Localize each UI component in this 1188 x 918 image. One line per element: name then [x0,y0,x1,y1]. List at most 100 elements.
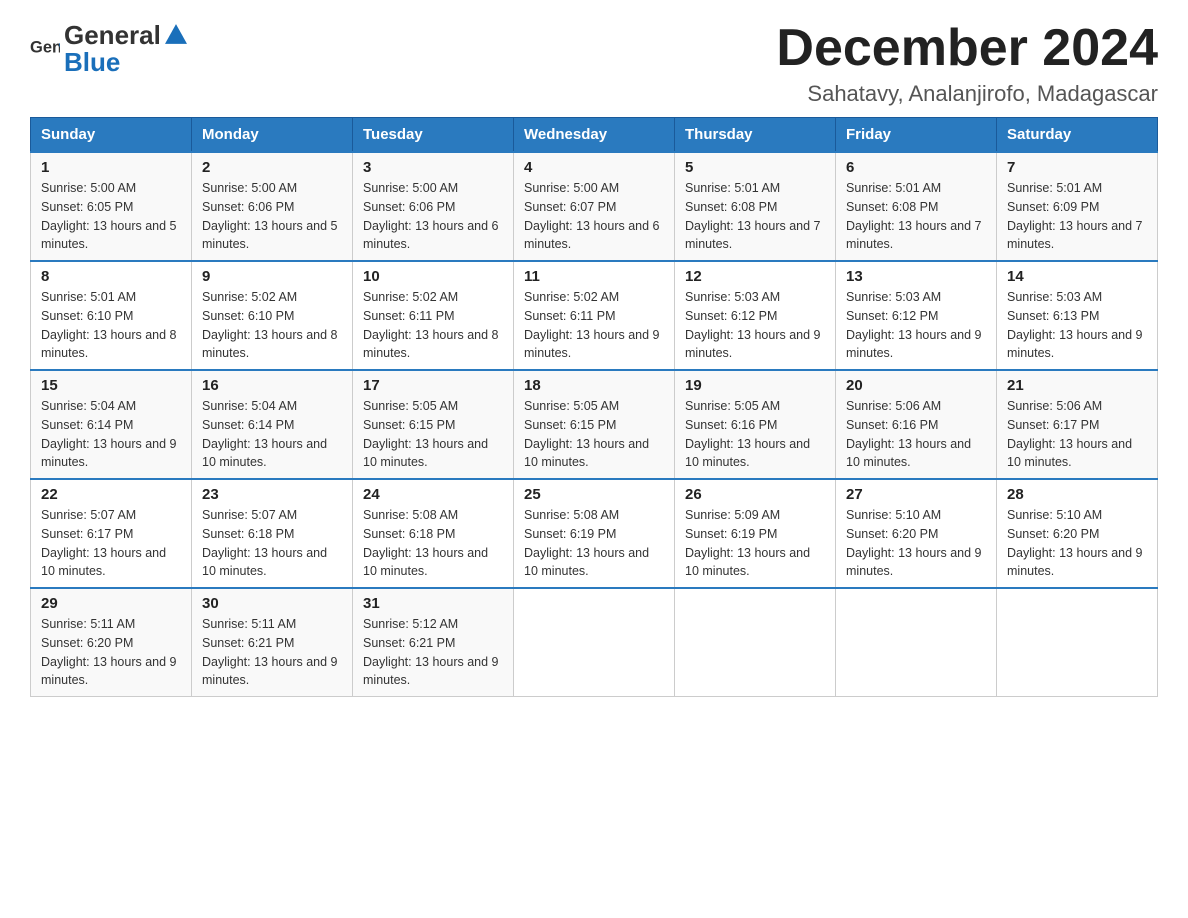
day-number: 20 [846,377,986,394]
week-row-5: 29 Sunrise: 5:11 AMSunset: 6:20 PMDaylig… [31,588,1158,697]
day-number: 1 [41,159,181,176]
calendar-cell: 13 Sunrise: 5:03 AMSunset: 6:12 PMDaylig… [836,261,997,370]
calendar-cell: 25 Sunrise: 5:08 AMSunset: 6:19 PMDaylig… [514,479,675,588]
day-info: Sunrise: 5:03 AMSunset: 6:12 PMDaylight:… [846,290,982,360]
day-number: 10 [363,268,503,285]
logo-triangle [165,24,187,44]
day-info: Sunrise: 5:02 AMSunset: 6:10 PMDaylight:… [202,290,338,360]
day-info: Sunrise: 5:00 AMSunset: 6:07 PMDaylight:… [524,181,660,251]
calendar-cell: 1 Sunrise: 5:00 AMSunset: 6:05 PMDayligh… [31,152,192,261]
day-info: Sunrise: 5:04 AMSunset: 6:14 PMDaylight:… [41,399,177,469]
day-number: 29 [41,595,181,612]
day-info: Sunrise: 5:05 AMSunset: 6:15 PMDaylight:… [363,399,488,469]
day-info: Sunrise: 5:09 AMSunset: 6:19 PMDaylight:… [685,508,810,578]
page-subtitle: Sahatavy, Analanjirofo, Madagascar [776,81,1158,107]
week-row-2: 8 Sunrise: 5:01 AMSunset: 6:10 PMDayligh… [31,261,1158,370]
day-info: Sunrise: 5:11 AMSunset: 6:20 PMDaylight:… [41,617,177,687]
day-info: Sunrise: 5:04 AMSunset: 6:14 PMDaylight:… [202,399,327,469]
day-info: Sunrise: 5:05 AMSunset: 6:15 PMDaylight:… [524,399,649,469]
col-header-thursday: Thursday [675,118,836,153]
day-number: 2 [202,159,342,176]
day-info: Sunrise: 5:02 AMSunset: 6:11 PMDaylight:… [524,290,660,360]
day-info: Sunrise: 5:06 AMSunset: 6:16 PMDaylight:… [846,399,971,469]
calendar-cell: 24 Sunrise: 5:08 AMSunset: 6:18 PMDaylig… [353,479,514,588]
calendar-cell: 20 Sunrise: 5:06 AMSunset: 6:16 PMDaylig… [836,370,997,479]
calendar-cell: 18 Sunrise: 5:05 AMSunset: 6:15 PMDaylig… [514,370,675,479]
day-info: Sunrise: 5:00 AMSunset: 6:05 PMDaylight:… [41,181,177,251]
day-info: Sunrise: 5:10 AMSunset: 6:20 PMDaylight:… [846,508,982,578]
col-header-sunday: Sunday [31,118,192,153]
day-info: Sunrise: 5:01 AMSunset: 6:09 PMDaylight:… [1007,181,1143,251]
day-number: 16 [202,377,342,394]
day-info: Sunrise: 5:03 AMSunset: 6:13 PMDaylight:… [1007,290,1143,360]
calendar-cell: 15 Sunrise: 5:04 AMSunset: 6:14 PMDaylig… [31,370,192,479]
calendar-table: SundayMondayTuesdayWednesdayThursdayFrid… [30,117,1158,697]
day-info: Sunrise: 5:07 AMSunset: 6:18 PMDaylight:… [202,508,327,578]
day-number: 9 [202,268,342,285]
calendar-cell: 28 Sunrise: 5:10 AMSunset: 6:20 PMDaylig… [997,479,1158,588]
day-number: 3 [363,159,503,176]
day-info: Sunrise: 5:00 AMSunset: 6:06 PMDaylight:… [202,181,338,251]
calendar-cell: 23 Sunrise: 5:07 AMSunset: 6:18 PMDaylig… [192,479,353,588]
day-number: 4 [524,159,664,176]
day-info: Sunrise: 5:06 AMSunset: 6:17 PMDaylight:… [1007,399,1132,469]
logo-blue: Blue [64,47,187,78]
day-info: Sunrise: 5:00 AMSunset: 6:06 PMDaylight:… [363,181,499,251]
svg-text:General: General [30,38,60,56]
day-number: 18 [524,377,664,394]
calendar-cell: 30 Sunrise: 5:11 AMSunset: 6:21 PMDaylig… [192,588,353,697]
day-number: 26 [685,486,825,503]
calendar-cell: 21 Sunrise: 5:06 AMSunset: 6:17 PMDaylig… [997,370,1158,479]
day-number: 21 [1007,377,1147,394]
day-number: 17 [363,377,503,394]
day-number: 13 [846,268,986,285]
page-title: December 2024 [776,20,1158,77]
day-number: 28 [1007,486,1147,503]
day-number: 27 [846,486,986,503]
day-number: 30 [202,595,342,612]
title-area: December 2024 Sahatavy, Analanjirofo, Ma… [776,20,1158,107]
col-header-tuesday: Tuesday [353,118,514,153]
calendar-cell: 22 Sunrise: 5:07 AMSunset: 6:17 PMDaylig… [31,479,192,588]
logo: General General Blue [30,20,187,78]
calendar-cell: 17 Sunrise: 5:05 AMSunset: 6:15 PMDaylig… [353,370,514,479]
calendar-cell: 6 Sunrise: 5:01 AMSunset: 6:08 PMDayligh… [836,152,997,261]
calendar-cell: 12 Sunrise: 5:03 AMSunset: 6:12 PMDaylig… [675,261,836,370]
col-header-monday: Monday [192,118,353,153]
calendar-cell [997,588,1158,697]
calendar-cell: 31 Sunrise: 5:12 AMSunset: 6:21 PMDaylig… [353,588,514,697]
day-info: Sunrise: 5:01 AMSunset: 6:10 PMDaylight:… [41,290,177,360]
day-info: Sunrise: 5:01 AMSunset: 6:08 PMDaylight:… [846,181,982,251]
day-info: Sunrise: 5:02 AMSunset: 6:11 PMDaylight:… [363,290,499,360]
day-info: Sunrise: 5:12 AMSunset: 6:21 PMDaylight:… [363,617,499,687]
calendar-cell: 2 Sunrise: 5:00 AMSunset: 6:06 PMDayligh… [192,152,353,261]
calendar-cell: 26 Sunrise: 5:09 AMSunset: 6:19 PMDaylig… [675,479,836,588]
week-row-3: 15 Sunrise: 5:04 AMSunset: 6:14 PMDaylig… [31,370,1158,479]
calendar-cell: 3 Sunrise: 5:00 AMSunset: 6:06 PMDayligh… [353,152,514,261]
day-info: Sunrise: 5:05 AMSunset: 6:16 PMDaylight:… [685,399,810,469]
day-info: Sunrise: 5:07 AMSunset: 6:17 PMDaylight:… [41,508,166,578]
calendar-cell: 7 Sunrise: 5:01 AMSunset: 6:09 PMDayligh… [997,152,1158,261]
day-number: 6 [846,159,986,176]
col-header-friday: Friday [836,118,997,153]
week-row-1: 1 Sunrise: 5:00 AMSunset: 6:05 PMDayligh… [31,152,1158,261]
day-number: 8 [41,268,181,285]
col-header-saturday: Saturday [997,118,1158,153]
day-info: Sunrise: 5:11 AMSunset: 6:21 PMDaylight:… [202,617,338,687]
calendar-cell: 10 Sunrise: 5:02 AMSunset: 6:11 PMDaylig… [353,261,514,370]
calendar-cell: 9 Sunrise: 5:02 AMSunset: 6:10 PMDayligh… [192,261,353,370]
calendar-cell: 14 Sunrise: 5:03 AMSunset: 6:13 PMDaylig… [997,261,1158,370]
page-header: General General Blue December 2024 Sahat… [30,20,1158,107]
calendar-cell: 29 Sunrise: 5:11 AMSunset: 6:20 PMDaylig… [31,588,192,697]
calendar-cell: 5 Sunrise: 5:01 AMSunset: 6:08 PMDayligh… [675,152,836,261]
day-number: 19 [685,377,825,394]
day-number: 25 [524,486,664,503]
day-info: Sunrise: 5:08 AMSunset: 6:18 PMDaylight:… [363,508,488,578]
logo-icon: General [30,34,60,64]
week-row-4: 22 Sunrise: 5:07 AMSunset: 6:17 PMDaylig… [31,479,1158,588]
calendar-cell: 27 Sunrise: 5:10 AMSunset: 6:20 PMDaylig… [836,479,997,588]
col-header-wednesday: Wednesday [514,118,675,153]
day-info: Sunrise: 5:03 AMSunset: 6:12 PMDaylight:… [685,290,821,360]
day-info: Sunrise: 5:01 AMSunset: 6:08 PMDaylight:… [685,181,821,251]
calendar-cell: 11 Sunrise: 5:02 AMSunset: 6:11 PMDaylig… [514,261,675,370]
